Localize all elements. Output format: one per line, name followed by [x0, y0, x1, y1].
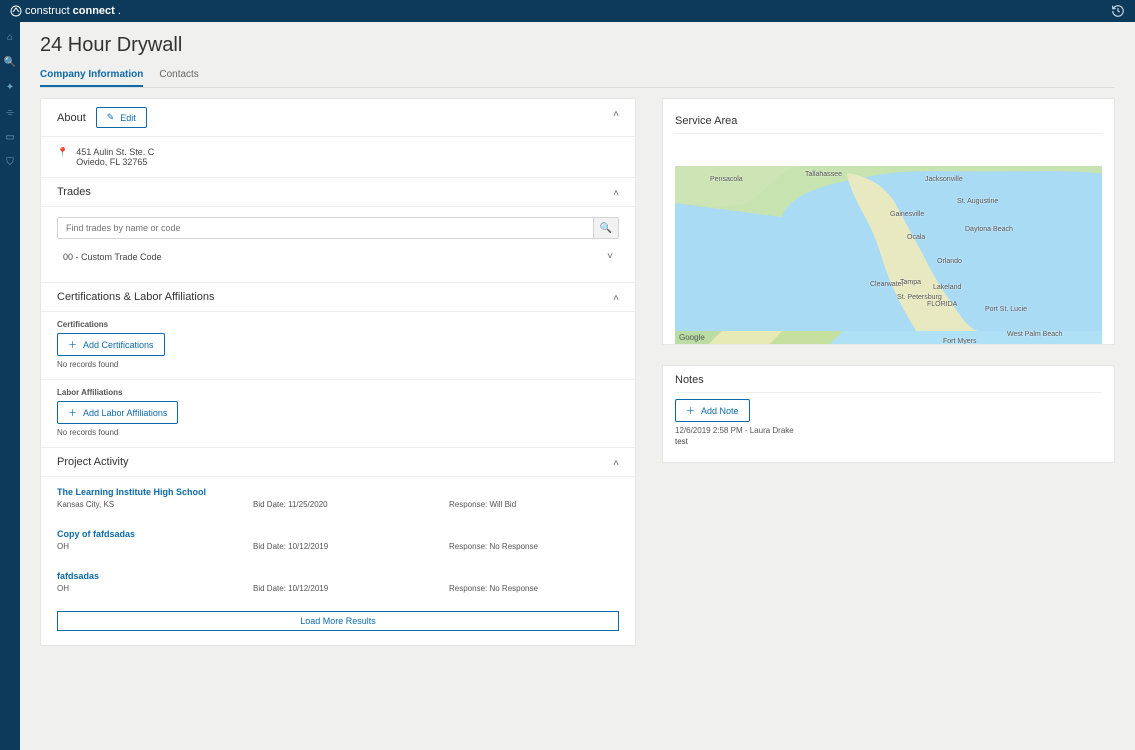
history-icon[interactable]: [1111, 4, 1125, 18]
project-bid-date: Bid Date: 10/12/2019: [253, 584, 449, 593]
about-header: About ✎ Edit ˄: [41, 99, 635, 137]
note-meta: 12/6/2019 2:58 PM - Laura Drake: [675, 422, 1102, 437]
trade-search-button[interactable]: 🔍: [593, 217, 619, 239]
project-link[interactable]: The Learning Institute High School: [57, 487, 619, 497]
brand-mark-icon: [10, 5, 22, 17]
document-icon[interactable]: ▭: [5, 132, 14, 143]
brand-text-bold: connect: [73, 5, 115, 17]
trade-item[interactable]: 00 - Custom Trade Code ˅: [41, 247, 635, 272]
map-city-label: Pensacola: [710, 176, 743, 183]
brand-text-light: construct: [25, 5, 70, 17]
edit-button[interactable]: ✎ Edit: [96, 107, 147, 128]
service-area-title: Service Area: [675, 107, 1102, 134]
left-sidebar: ⌂ 🔍 ✦ ⌯ ▭ ⛉: [0, 22, 20, 750]
about-body: 📍 451 Aulin St. Ste. C Oviedo, FL 32765: [41, 137, 635, 177]
plus-icon: ＋: [68, 406, 77, 419]
about-title: About: [57, 112, 86, 124]
tab-bar: Company Information Contacts: [40, 69, 1115, 88]
map-city-label: Tampa: [900, 279, 921, 286]
certs-header: Certifications & Labor Affiliations ˄: [41, 283, 635, 312]
map-city-label: Fort Myers: [943, 338, 976, 344]
activity-title: Project Activity: [57, 456, 129, 468]
notes-card: Notes ＋ Add Note 12/6/2019 2:58 PM - Lau…: [662, 365, 1115, 463]
certs-title: Certifications & Labor Affiliations: [57, 291, 215, 303]
project-location: OH: [57, 542, 253, 551]
pin-icon: 📍: [57, 147, 68, 167]
address-line-2: Oviedo, FL 32765: [76, 157, 154, 167]
map-city-label: FLORIDA: [927, 301, 957, 308]
trade-item-label: 00 - Custom Trade Code: [63, 252, 162, 262]
plus-icon: ＋: [686, 404, 695, 417]
page-title: 24 Hour Drywall: [40, 34, 1115, 57]
chevron-up-icon[interactable]: ˄: [613, 293, 619, 304]
service-area-map[interactable]: Pensacola Tallahassee Jacksonville Gainesvi…: [675, 166, 1102, 344]
project-response: Response: No Response: [449, 542, 538, 551]
left-card: About ✎ Edit ˄ 📍 451 Aulin St. Ste. C Ov…: [40, 98, 636, 646]
search-nav-icon[interactable]: 🔍: [4, 57, 16, 68]
add-certifications-button[interactable]: ＋ Add Certifications: [57, 333, 165, 356]
load-more-button[interactable]: Load More Results: [57, 611, 619, 631]
certifications-label: Certifications: [41, 312, 635, 333]
main-content: 24 Hour Drywall Company Information Cont…: [20, 22, 1135, 750]
project-bid-date: Bid Date: 11/25/2020: [253, 500, 449, 509]
map-city-label: Port St. Lucie: [985, 306, 1027, 313]
project-response: Response: Will Bid: [449, 500, 516, 509]
dashboard-icon[interactable]: ⌂: [7, 32, 13, 43]
project-location: Kansas City, KS: [57, 500, 253, 509]
brand-logo[interactable]: constructconnect.: [10, 5, 121, 17]
add-note-button[interactable]: ＋ Add Note: [675, 399, 750, 422]
company-icon[interactable]: ⌯: [6, 107, 14, 118]
trade-search: 🔍: [57, 217, 619, 239]
tab-contacts[interactable]: Contacts: [159, 69, 198, 87]
trades-title: Trades: [57, 186, 91, 198]
service-area-card: Service Area Pensacola Tallahassee Jackson…: [662, 98, 1115, 345]
chevron-up-icon[interactable]: ˄: [613, 458, 619, 469]
map-city-label: Lakeland: [933, 284, 961, 291]
project-item: The Learning Institute High School Kansas…: [41, 477, 635, 519]
add-labor-button[interactable]: ＋ Add Labor Affiliations: [57, 401, 178, 424]
map-city-label: Ocala: [907, 234, 925, 241]
labor-empty: No records found: [41, 424, 635, 447]
map-city-label: Daytona Beach: [965, 226, 1013, 233]
search-icon: 🔍: [600, 223, 612, 234]
map-city-label: Gainesville: [890, 211, 924, 218]
map-city-label: Jacksonville: [925, 176, 963, 183]
shield-icon[interactable]: ⛉: [6, 157, 14, 168]
project-response: Response: No Response: [449, 584, 538, 593]
chevron-up-icon[interactable]: ˄: [613, 109, 619, 120]
map-city-label: St. Augustine: [957, 198, 998, 205]
activity-header: Project Activity ˄: [41, 448, 635, 477]
map-city-label: West Palm Beach: [1007, 331, 1063, 338]
map-city-label: Clearwater: [870, 281, 904, 288]
map-city-label: St. Petersburg: [897, 294, 942, 301]
project-link[interactable]: fafdsadas: [57, 571, 619, 581]
map-city-label: Orlando: [937, 258, 962, 265]
map-city-label: Tallahassee: [805, 171, 842, 178]
google-badge: Google: [679, 333, 705, 342]
chevron-down-icon[interactable]: ˅: [607, 251, 613, 262]
project-location: OH: [57, 584, 253, 593]
notes-title: Notes: [675, 374, 1102, 393]
project-item: Copy of fafdsadas OHBid Date: 10/12/2019R…: [41, 519, 635, 561]
address-line-1: 451 Aulin St. Ste. C: [76, 147, 154, 157]
chevron-up-icon[interactable]: ˄: [613, 188, 619, 199]
handshake-icon[interactable]: ✦: [6, 82, 14, 93]
trade-search-input[interactable]: [57, 217, 593, 239]
project-link[interactable]: Copy of fafdsadas: [57, 529, 619, 539]
project-item: fafdsadas OHBid Date: 10/12/2019Response:…: [41, 561, 635, 603]
trades-header: Trades ˄: [41, 178, 635, 207]
top-bar: constructconnect.: [0, 0, 1135, 22]
edit-label: Edit: [120, 113, 136, 123]
plus-icon: ＋: [68, 338, 77, 351]
tab-company-information[interactable]: Company Information: [40, 69, 143, 87]
labor-label: Labor Affiliations: [41, 380, 635, 401]
pencil-icon: ✎: [107, 112, 115, 123]
project-bid-date: Bid Date: 10/12/2019: [253, 542, 449, 551]
note-body: test: [675, 437, 1102, 456]
certifications-empty: No records found: [41, 356, 635, 379]
map-landmass: [675, 166, 1102, 331]
